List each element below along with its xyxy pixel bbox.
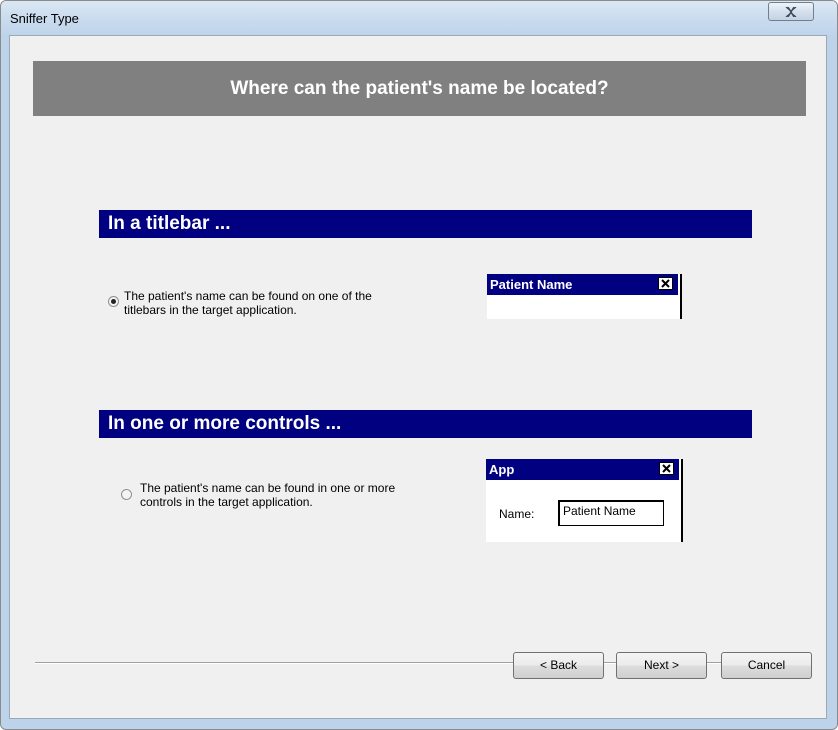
- close-icon: [785, 7, 797, 17]
- back-button[interactable]: < Back: [513, 652, 604, 679]
- controls-preview: App Name: Patient Name: [486, 459, 683, 542]
- option-titlebar-line2: titlebars in the target application.: [124, 303, 297, 317]
- close-button[interactable]: [768, 2, 814, 21]
- preview-titlebar: Patient Name: [487, 274, 678, 295]
- window-title: Sniffer Type: [10, 11, 79, 26]
- header-band: Where can the patient's name be located?: [33, 61, 806, 116]
- preview-name-field: Patient Name: [558, 500, 664, 526]
- section-heading-label: In a titlebar ...: [108, 213, 231, 234]
- option-controls-label[interactable]: The patient's name can be found in one o…: [140, 481, 460, 509]
- option-controls-line1: The patient's name can be found in one o…: [140, 481, 396, 495]
- preview-title: Patient Name: [490, 277, 573, 292]
- preview-titlebar: App: [486, 459, 679, 480]
- radio-selected-dot: [111, 299, 116, 304]
- section-heading-titlebar: In a titlebar ...: [99, 210, 752, 238]
- preview-close-box: [659, 462, 674, 475]
- option-titlebar-label[interactable]: The patient's name can be found on one o…: [124, 289, 444, 317]
- radio-controls[interactable]: [121, 489, 132, 500]
- radio-titlebar[interactable]: [108, 296, 119, 307]
- titlebar-preview: Patient Name: [487, 274, 682, 319]
- option-controls-line2: controls in the target application.: [140, 495, 313, 509]
- next-button[interactable]: Next >: [616, 652, 707, 679]
- section-heading-label: In one or more controls ...: [108, 413, 342, 434]
- window-titlebar[interactable]: Sniffer Type: [1, 1, 837, 35]
- option-titlebar-line1: The patient's name can be found on one o…: [124, 289, 372, 303]
- close-icon: [662, 464, 671, 473]
- preview-title: App: [489, 462, 515, 477]
- preview-field-label: Name:: [499, 507, 535, 521]
- section-heading-controls: In one or more controls ...: [99, 410, 752, 438]
- preview-close-box: [658, 277, 673, 290]
- dialog-content: Where can the patient's name be located?…: [9, 35, 827, 719]
- close-icon: [661, 279, 670, 288]
- cancel-button[interactable]: Cancel: [721, 652, 812, 679]
- page-title: Where can the patient's name be located?: [230, 78, 609, 99]
- dialog-window: Sniffer Type Where can the patient's nam…: [0, 0, 838, 730]
